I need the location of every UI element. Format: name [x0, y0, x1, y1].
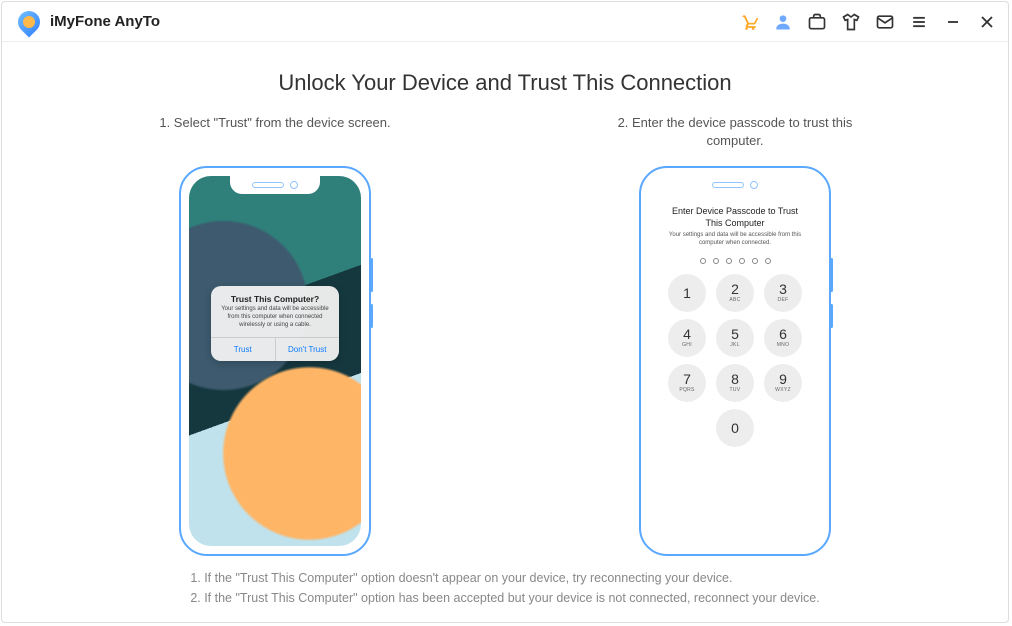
app-window: iMyFone AnyTo — [1, 1, 1009, 623]
titlebar-buttons — [738, 11, 998, 33]
footer-note-2: 2. If the "Trust This Computer" option h… — [190, 588, 819, 608]
close-button[interactable] — [976, 11, 998, 33]
trust-dialog: Trust This Computer? Your settings and d… — [211, 286, 339, 361]
keypad-key-letters: DEF — [778, 297, 789, 303]
keypad-key-6[interactable]: 6MNO — [764, 319, 802, 357]
keypad-key-2[interactable]: 2ABC — [716, 274, 754, 312]
keypad-key-letters: ABC — [729, 297, 740, 303]
mail-icon[interactable] — [874, 11, 896, 33]
keypad-spacer — [668, 409, 706, 447]
trust-dialog-message: Your settings and data will be accessibl… — [211, 306, 339, 337]
keypad-key-5[interactable]: 5JKL — [716, 319, 754, 357]
briefcase-icon[interactable] — [806, 11, 828, 33]
phone-side-button-icon — [830, 304, 833, 328]
keypad-key-3[interactable]: 3DEF — [764, 274, 802, 312]
keypad-key-number: 5 — [731, 327, 739, 341]
passcode-screen: Enter Device Passcode to Trust This Comp… — [649, 176, 821, 546]
keypad-key-letters: MNO — [777, 342, 790, 348]
step-1-label: 1. Select "Trust" from the device screen… — [159, 114, 390, 150]
keypad-key-number: 3 — [779, 282, 787, 296]
passcode-dot-icon — [700, 258, 706, 264]
passcode-message: Your settings and data will be accessibl… — [649, 229, 821, 254]
phone-notch-icon — [690, 176, 780, 194]
keypad-key-letters: GHI — [682, 342, 692, 348]
keypad-key-8[interactable]: 8TUV — [716, 364, 754, 402]
footer-note-1: 1. If the "Trust This Computer" option d… — [190, 568, 819, 588]
keypad-key-number: 8 — [731, 372, 739, 386]
keypad-key-letters: WXYZ — [775, 387, 791, 393]
keypad-key-number: 6 — [779, 327, 787, 341]
passcode-dot-icon — [739, 258, 745, 264]
step-1: 1. Select "Trust" from the device screen… — [135, 114, 415, 556]
keypad-key-letters: TUV — [730, 387, 741, 393]
passcode-dot-icon — [765, 258, 771, 264]
keypad-key-number: 1 — [683, 286, 691, 300]
keypad-key-number: 4 — [683, 327, 691, 341]
minimize-button[interactable] — [942, 11, 964, 33]
passcode-title: Enter Device Passcode to Trust This Comp… — [649, 206, 821, 229]
phone-side-button-icon — [830, 258, 833, 292]
shirt-icon[interactable] — [840, 11, 862, 33]
phone-side-button-icon — [370, 304, 373, 328]
step-2: 2. Enter the device passcode to trust th… — [595, 114, 875, 556]
titlebar: iMyFone AnyTo — [2, 2, 1008, 42]
keypad-key-1[interactable]: 1 — [668, 274, 706, 312]
page-title: Unlock Your Device and Trust This Connec… — [278, 70, 731, 96]
keypad-key-number: 7 — [683, 372, 691, 386]
footer-notes: 1. If the "Trust This Computer" option d… — [190, 568, 819, 608]
menu-icon[interactable] — [908, 11, 930, 33]
dont-trust-button[interactable]: Don't Trust — [275, 338, 340, 361]
phone-mockup-passcode: Enter Device Passcode to Trust This Comp… — [639, 166, 831, 556]
passcode-dot-icon — [726, 258, 732, 264]
cart-icon[interactable] — [738, 11, 760, 33]
user-icon[interactable] — [772, 11, 794, 33]
main-content: Unlock Your Device and Trust This Connec… — [2, 42, 1008, 622]
app-title: iMyFone AnyTo — [50, 13, 160, 30]
passcode-dot-icon — [752, 258, 758, 264]
keypad-spacer — [764, 409, 802, 447]
phone-side-button-icon — [370, 258, 373, 292]
trust-dialog-title: Trust This Computer? — [211, 286, 339, 306]
passcode-dots — [700, 258, 771, 264]
phone-notch-icon — [230, 176, 320, 194]
step-2-label: 2. Enter the device passcode to trust th… — [615, 114, 855, 150]
keypad-key-number: 2 — [731, 282, 739, 296]
keypad-key-0[interactable]: 0 — [716, 409, 754, 447]
keypad-key-7[interactable]: 7PQRS — [668, 364, 706, 402]
keypad-key-letters: PQRS — [679, 387, 694, 393]
keypad-key-9[interactable]: 9WXYZ — [764, 364, 802, 402]
trust-button[interactable]: Trust — [211, 338, 275, 361]
keypad-key-4[interactable]: 4GHI — [668, 319, 706, 357]
phone-mockup-trust: Trust This Computer? Your settings and d… — [179, 166, 371, 556]
keypad-key-letters: JKL — [730, 342, 740, 348]
keypad: 1 2ABC 3DEF 4GHI 5JKL 6MNO 7PQRS 8TUV 9WXYZ 0 — [668, 274, 802, 447]
keypad-key-number: 9 — [779, 372, 787, 386]
steps-row: 1. Select "Trust" from the device screen… — [42, 114, 968, 556]
passcode-dot-icon — [713, 258, 719, 264]
keypad-key-number: 0 — [731, 421, 739, 435]
app-logo-icon — [13, 6, 44, 37]
